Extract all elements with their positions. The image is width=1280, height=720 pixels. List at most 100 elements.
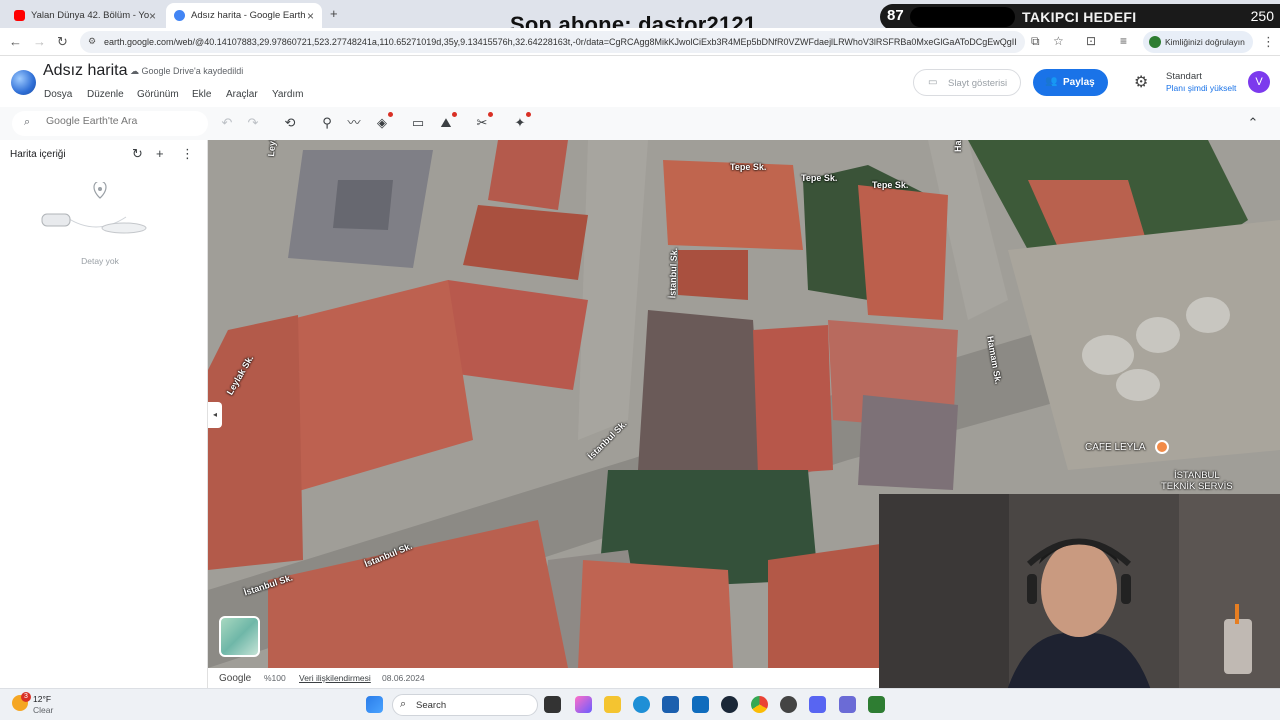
browser-menu-icon[interactable]: ⋮ — [1262, 34, 1275, 50]
empty-state-illustration-icon — [41, 182, 147, 234]
avatar[interactable]: V — [1248, 71, 1270, 93]
menu-tools[interactable]: Araçlar — [226, 89, 258, 100]
store-icon[interactable] — [662, 696, 679, 713]
follower-count: 87 — [887, 7, 904, 24]
settings-gear-icon[interactable]: ⚙ — [1134, 72, 1148, 92]
obs-icon[interactable] — [780, 696, 797, 713]
poi-cafe-label[interactable]: CAFE LEYLA — [1085, 442, 1146, 453]
collapse-panel-chevron-icon[interactable]: ◂ — [208, 402, 222, 428]
search-icon: ⌕ — [24, 116, 31, 128]
menu-edit[interactable]: Düzenle — [87, 89, 124, 100]
collapse-toolbar-chevron-icon[interactable]: ⌃ — [1244, 114, 1262, 132]
slideshow-button[interactable]: ▭ Slayt gösterisi — [913, 69, 1021, 96]
lens-icon[interactable]: ⊡ — [1086, 34, 1096, 48]
history-icon[interactable]: ⟲ — [281, 114, 299, 132]
refresh-icon[interactable]: ↻ — [132, 146, 143, 162]
follower-goal-label: TAKIPCI HEDEFI — [1022, 9, 1137, 25]
panel-title: Harita içeriği — [10, 149, 66, 160]
menu-view[interactable]: Görünüm — [137, 89, 179, 100]
menu-insert[interactable]: Ekle — [192, 89, 211, 100]
redo-icon[interactable]: ↷ — [244, 114, 262, 132]
new-tab-icon[interactable]: + — [330, 6, 338, 21]
search-input[interactable] — [46, 115, 196, 127]
street-label: Hamam Sk. — [953, 140, 963, 152]
plan-name: Standart — [1166, 71, 1202, 82]
map-content-panel: Harita içeriği ↻ + ⋮ Detay yok — [0, 140, 208, 688]
app-icon[interactable] — [839, 696, 856, 713]
zoom-level: %100 — [264, 673, 286, 683]
taskbar-search[interactable]: ⌕ Search — [392, 694, 538, 716]
search-icon: ⌕ — [400, 698, 407, 710]
elevation-profile-icon[interactable]: ⛰ — [437, 112, 457, 132]
add-placemark-icon[interactable]: ⚲ — [318, 114, 336, 132]
google-brand: Google — [219, 673, 252, 684]
media-icon[interactable]: ≡ — [1120, 34, 1127, 48]
follower-progress-bar — [910, 7, 1015, 27]
more-options-icon[interactable]: ⋮ — [181, 146, 194, 162]
windows-start-icon[interactable] — [366, 696, 383, 713]
verify-identity-button[interactable]: Kimliğinizi doğrulayın — [1143, 31, 1253, 53]
map-style-thumbnail[interactable] — [219, 616, 260, 657]
data-attribution-link[interactable]: Veri ilişkilendirmesi — [299, 673, 371, 683]
streamer-webcam-image — [879, 494, 1280, 720]
edge-icon[interactable] — [633, 696, 650, 713]
close-tab-icon[interactable]: × — [307, 9, 314, 23]
imagery-date: 08.06.2024 — [382, 673, 425, 683]
upgrade-plan-link[interactable]: Planı şimdi yükselt — [1166, 83, 1236, 93]
forward-icon[interactable]: → — [33, 34, 46, 49]
layers-icon[interactable]: ◈ — [373, 112, 393, 132]
site-info-icon[interactable]: ⚙ — [88, 36, 96, 47]
google-earth-logo-icon[interactable] — [11, 70, 36, 95]
youtube-icon — [14, 10, 25, 21]
save-status: ☁ Google Drive'a kaydedildi — [130, 66, 243, 77]
back-icon[interactable]: ← — [9, 34, 22, 49]
close-tab-icon[interactable]: × — [149, 9, 156, 23]
cafe-pin-icon[interactable] — [1155, 440, 1169, 454]
file-explorer-icon[interactable] — [604, 696, 621, 713]
outlook-icon[interactable] — [692, 696, 709, 713]
empty-state-text: Detay yok — [81, 256, 119, 266]
map-title[interactable]: Adsız harita — [43, 62, 127, 80]
earth-toolbar: ⌕ ↶ ↷ ⟲ ⚲ 〰 ◈ ▭ ⛰ ✂ ✦ ⌃ — [0, 107, 1280, 140]
follower-goal-widget: 87 TAKIPCI HEDEFI 250 — [880, 4, 1280, 30]
reload-icon[interactable]: ↻ — [57, 34, 68, 50]
weather-desc: Clear — [33, 705, 54, 715]
ai-sparkle-icon[interactable]: ✦ — [511, 112, 531, 132]
install-app-icon[interactable]: ⧉ — [1031, 34, 1040, 49]
menu-help[interactable]: Yardım — [272, 89, 304, 100]
draw-path-icon[interactable]: 〰 — [345, 114, 363, 132]
add-icon[interactable]: + — [156, 146, 164, 161]
share-button[interactable]: 👥 Paylaş — [1033, 69, 1108, 96]
address-bar-row: ← → ↻ ⚙ earth.google.com/web/@40.1410788… — [0, 28, 1280, 56]
discord-icon[interactable] — [809, 696, 826, 713]
verify-label: Kimliğinizi doğrulayın — [1165, 37, 1245, 47]
url-bar[interactable]: ⚙ earth.google.com/web/@40.14107883,29.9… — [80, 31, 1025, 53]
taskbar-search-label: Search — [416, 700, 447, 711]
people-icon: 👥 — [1045, 76, 1058, 87]
bookmark-star-icon[interactable]: ☆ — [1053, 34, 1064, 48]
street-label: Tepe Sk. — [801, 173, 838, 183]
tab-google-earth[interactable]: Adsız harita - Google Earth × — [166, 3, 322, 28]
chrome-icon[interactable] — [751, 696, 768, 713]
follower-goal-target: 250 — [1250, 8, 1274, 24]
copilot-icon[interactable] — [575, 696, 592, 713]
windows-taskbar: 3 12°F Clear ⌕ Search — [0, 688, 1280, 720]
save-status-text: Google Drive'a kaydedildi — [141, 66, 244, 76]
menu-file[interactable]: Dosya — [44, 89, 72, 100]
cloud-done-icon: ☁ — [130, 66, 142, 76]
search-box[interactable]: ⌕ — [12, 111, 208, 136]
tab-title: Yalan Dünya 42. Bölüm - YouTu — [31, 10, 149, 21]
tab-youtube[interactable]: Yalan Dünya 42. Bölüm - YouTu × — [6, 3, 164, 28]
steam-icon[interactable] — [721, 696, 738, 713]
ruler-icon[interactable]: ▭ — [409, 114, 427, 132]
undo-icon[interactable]: ↶ — [218, 114, 236, 132]
earth-header: Adsız harita ☁ Google Drive'a kaydedildi… — [0, 57, 1280, 107]
measure-tools-icon[interactable]: ✂ — [473, 112, 493, 132]
poi-service-label[interactable]: İSTANBUL TEKNİK SERVİS — [1161, 470, 1233, 492]
map-footer: Google %100 Veri ilişkilendirmesi 08.06.… — [208, 668, 879, 688]
weather-temp: 12°F — [33, 694, 52, 704]
task-view-icon[interactable] — [544, 696, 561, 713]
tab-title: Adsız harita - Google Earth — [191, 10, 306, 21]
app-icon[interactable] — [868, 696, 885, 713]
webcam-overlay — [879, 494, 1280, 720]
